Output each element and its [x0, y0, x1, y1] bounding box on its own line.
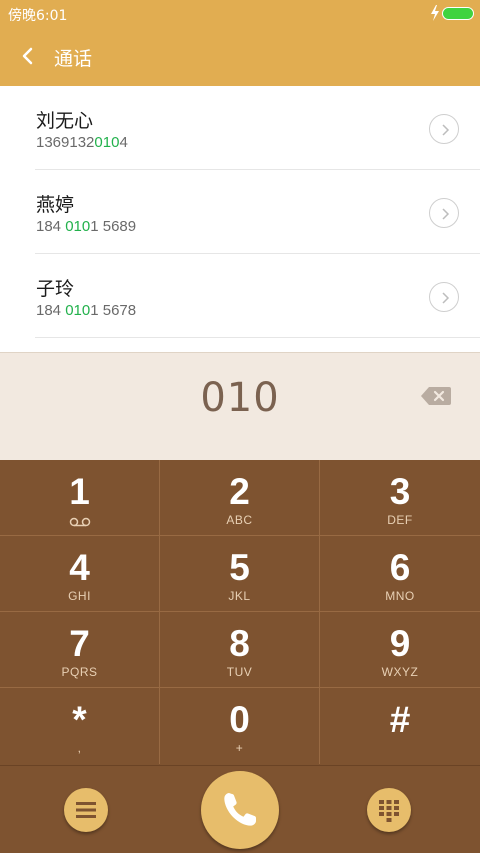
chevron-right-icon	[442, 124, 450, 136]
key-0[interactable]: 0 +	[160, 688, 320, 764]
back-button[interactable]	[14, 42, 44, 72]
contact-number: 184 0101 5689	[36, 218, 137, 235]
divider	[35, 337, 480, 338]
chevron-right-icon	[442, 208, 450, 220]
charging-icon	[431, 5, 439, 21]
status-time: 傍晚6:01	[8, 8, 68, 24]
contact-number: 13691320104	[36, 134, 128, 151]
key-2[interactable]: 2 ABC	[160, 460, 320, 536]
phone-icon	[224, 793, 256, 826]
dial-keypad: 1 2 ABC 3 DEF 4 GHI 5 JKL 6 MNO 7 PQRS 8…	[0, 460, 480, 765]
status-bar: 傍晚6:01	[0, 0, 480, 28]
dial-input-area: 010	[0, 352, 480, 460]
number-match-highlight: 010	[94, 134, 120, 151]
key-star[interactable]: * ,	[0, 688, 160, 764]
contact-detail-button[interactable]	[429, 282, 459, 312]
key-6[interactable]: 6 MNO	[320, 536, 480, 612]
menu-icon	[76, 802, 96, 818]
app-header: 通话	[0, 28, 480, 86]
voicemail-icon	[69, 517, 91, 527]
contact-row[interactable]: 刘无心 13691320104	[0, 86, 480, 170]
chevron-right-icon	[442, 292, 450, 304]
contact-row[interactable]: 子玲 184 0101 5678	[0, 254, 480, 338]
key-7[interactable]: 7 PQRS	[0, 612, 160, 688]
contact-results-list: 刘无心 13691320104 燕婷 184 0101 5689 子玲 184 …	[0, 86, 480, 352]
menu-button[interactable]	[64, 788, 108, 832]
contact-name: 燕婷	[36, 194, 75, 216]
dialed-number-field[interactable]: 010	[0, 375, 480, 421]
page-title: 通话	[54, 48, 93, 70]
contact-row[interactable]: 燕婷 184 0101 5689	[0, 170, 480, 254]
key-4[interactable]: 4 GHI	[0, 536, 160, 612]
key-3[interactable]: 3 DEF	[320, 460, 480, 536]
key-hash[interactable]: #	[320, 688, 480, 764]
contact-name: 刘无心	[36, 110, 94, 132]
number-match-highlight: 010	[65, 302, 91, 319]
battery-icon	[442, 7, 474, 20]
key-9[interactable]: 9 WXYZ	[320, 612, 480, 688]
key-5[interactable]: 5 JKL	[160, 536, 320, 612]
backspace-button[interactable]	[420, 385, 452, 407]
contact-detail-button[interactable]	[429, 198, 459, 228]
key-8[interactable]: 8 TUV	[160, 612, 320, 688]
back-arrow-icon	[22, 47, 33, 65]
bottom-action-bar	[0, 765, 480, 853]
number-match-highlight: 010	[65, 218, 91, 235]
contact-number: 184 0101 5678	[36, 302, 137, 319]
dialpad-toggle-button[interactable]	[367, 788, 411, 832]
contact-detail-button[interactable]	[429, 114, 459, 144]
call-button[interactable]	[201, 771, 279, 849]
key-1[interactable]: 1	[0, 460, 160, 536]
dialpad-icon	[379, 800, 399, 822]
contact-name: 子玲	[36, 278, 75, 300]
backspace-icon	[421, 387, 451, 405]
